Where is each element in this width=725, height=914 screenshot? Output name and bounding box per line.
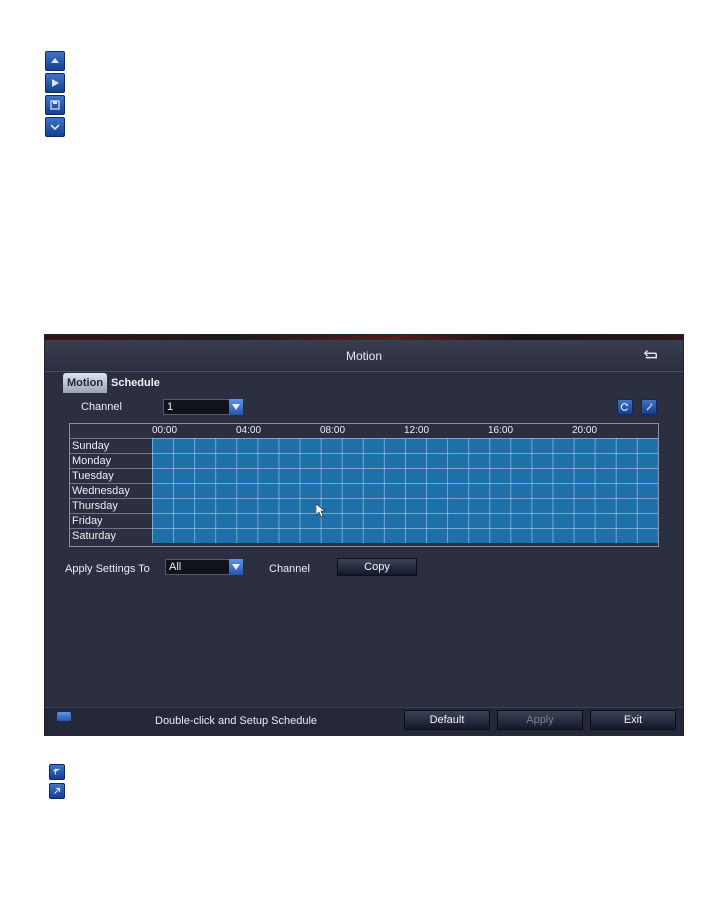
- back-arrow-icon: [643, 350, 657, 359]
- default-button[interactable]: Default: [404, 710, 490, 730]
- up-arrow-icon: [45, 51, 65, 71]
- reset-icon[interactable]: [617, 399, 633, 415]
- chevron-down-icon: [229, 559, 243, 575]
- hour-label: 00:00: [152, 425, 178, 436]
- exit-button[interactable]: Exit: [590, 710, 676, 730]
- tab-motion[interactable]: Motion: [63, 373, 108, 393]
- window-title-bar: Motion: [45, 340, 683, 372]
- hour-label: 12:00: [404, 425, 430, 436]
- apply-button[interactable]: Apply: [497, 710, 583, 730]
- edit-icon[interactable]: [641, 399, 657, 415]
- apply-settings-value: All: [169, 561, 182, 573]
- apply-settings-select[interactable]: All: [165, 559, 243, 575]
- hour-label: 08:00: [320, 425, 346, 436]
- right-arrow-icon: [45, 73, 65, 93]
- status-bar: Double-click and Setup Schedule Default …: [45, 707, 683, 736]
- day-label: Monday: [70, 453, 152, 468]
- hour-label: 04:00: [236, 425, 262, 436]
- copy-button[interactable]: Copy: [337, 558, 417, 576]
- schedule-table: 00:00 04:00 08:00 12:00 16:00 20:00 Sund…: [69, 423, 659, 547]
- day-label: Friday: [70, 513, 152, 528]
- mouse-cursor-icon: [316, 504, 326, 518]
- motion-schedule-window: Motion Motion Schedule Channel 1 00:00 0…: [44, 334, 684, 736]
- hour-label: 20:00: [572, 425, 598, 436]
- day-label: Tuesday: [70, 468, 152, 483]
- save-icon: [45, 95, 65, 115]
- apply-channel-label: Channel: [269, 563, 310, 575]
- apply-settings-label: Apply Settings To: [65, 563, 150, 575]
- back-button[interactable]: [641, 347, 661, 363]
- channel-select-value: 1: [167, 401, 174, 413]
- day-label: Sunday: [70, 438, 152, 453]
- channel-label: Channel: [81, 401, 122, 413]
- status-text: Double-click and Setup Schedule: [155, 715, 318, 727]
- day-label: Thursday: [70, 498, 152, 513]
- day-label: Wednesday: [70, 483, 152, 498]
- back-arrow-icon: [49, 764, 65, 780]
- hour-header: 00:00 04:00 08:00 12:00 16:00 20:00: [152, 424, 658, 437]
- down-chevron-icon: [45, 117, 65, 137]
- day-labels: Sunday Monday Tuesday Wednesday Thursday…: [70, 438, 152, 543]
- tab-schedule[interactable]: Schedule: [107, 373, 164, 393]
- hour-label: 16:00: [488, 425, 514, 436]
- chevron-down-icon: [229, 399, 243, 415]
- day-label: Saturday: [70, 528, 152, 543]
- forward-arrow-icon: [49, 783, 65, 799]
- window-title: Motion: [345, 348, 383, 363]
- channel-select[interactable]: 1: [163, 399, 243, 415]
- info-icon: [57, 712, 71, 721]
- schedule-grid[interactable]: [152, 438, 658, 543]
